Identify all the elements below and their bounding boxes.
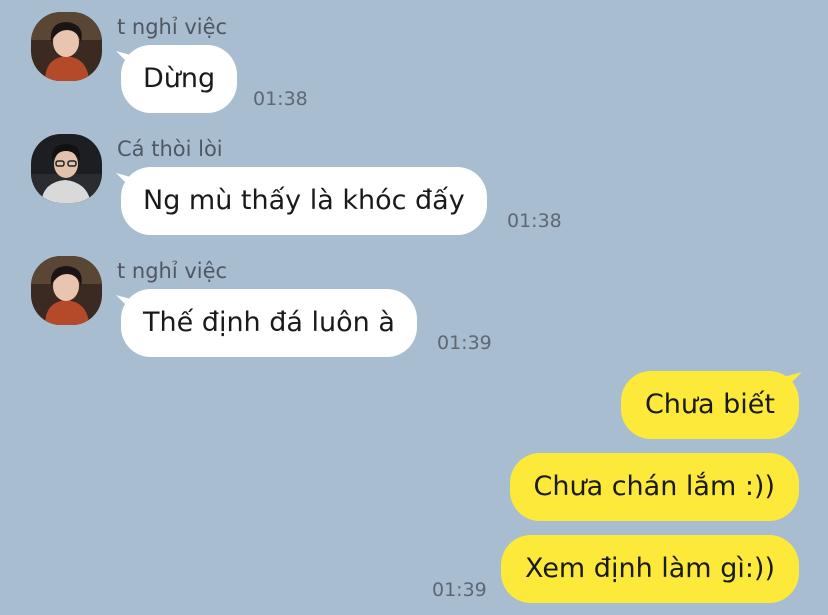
sender-name: t nghỉ việc [117,15,228,39]
user-avatar-icon [31,134,102,203]
message-bubble[interactable]: Chưa chán lắm :)) [509,453,799,521]
user-avatar-icon [31,12,102,81]
avatar[interactable] [31,256,102,325]
message-time: 01:39 [437,332,492,354]
message-bubble[interactable]: Ng mù thấy là khóc đấy [121,167,487,235]
sender-name: Cá thòi lòi [117,137,223,161]
avatar[interactable] [31,12,102,81]
message-time: 01:39 [432,579,487,601]
user-avatar-icon [31,256,102,325]
message-bubble[interactable]: Xem định làm gì:)) [501,535,799,603]
message-time: 01:38 [253,88,308,110]
avatar[interactable] [31,134,102,203]
message-bubble[interactable]: Chưa biết [620,371,799,439]
message-bubble[interactable]: Dừng [121,45,238,113]
sender-name: t nghỉ việc [117,259,228,283]
message-time: 01:38 [507,210,562,232]
message-bubble[interactable]: Thế định đá luôn à [121,289,417,357]
